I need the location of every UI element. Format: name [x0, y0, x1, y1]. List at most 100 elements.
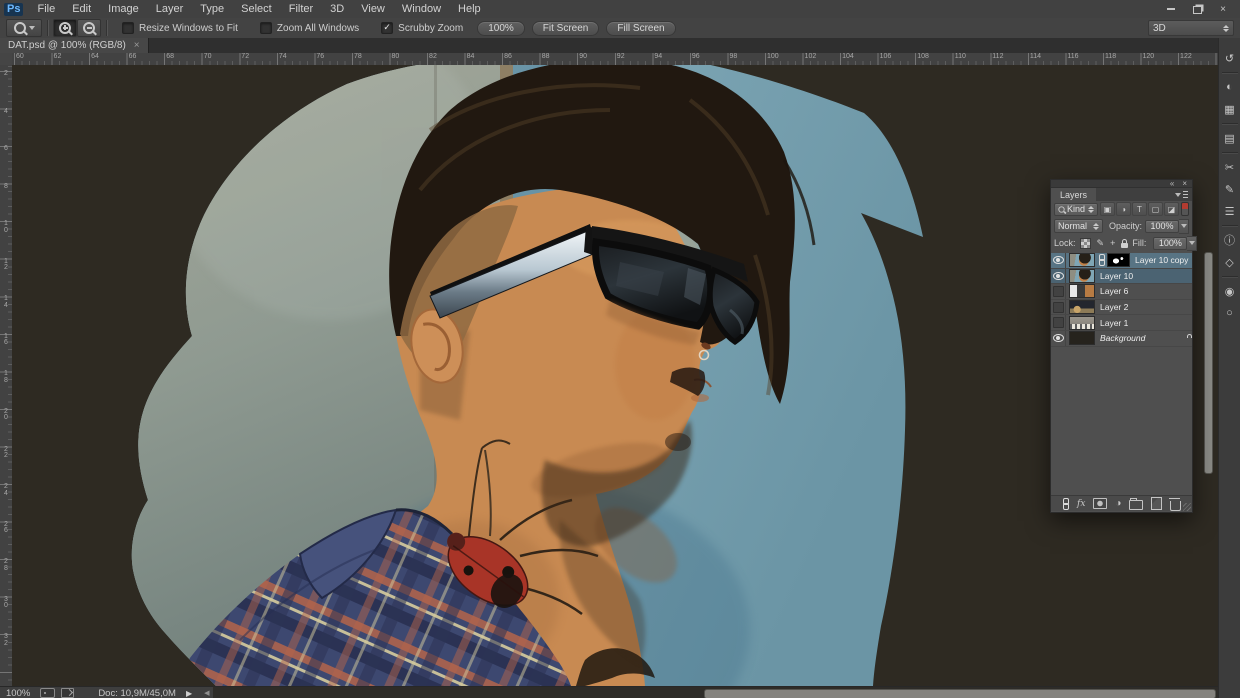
kind-filter-dropdown[interactable]: Kind	[1054, 203, 1098, 216]
checkbox-box[interactable]	[260, 22, 272, 34]
layer-effects-button[interactable]: fx	[1077, 499, 1085, 509]
menu-item-layer[interactable]: Layer	[156, 3, 184, 15]
menu-item-view[interactable]: View	[361, 3, 385, 15]
3d-panel-icon[interactable]: ◇	[1221, 254, 1239, 270]
horizontal-scrollbar-thumb[interactable]	[704, 689, 1216, 698]
layers-tab[interactable]: Layers	[1051, 188, 1096, 201]
canvas-area[interactable]	[12, 65, 1218, 686]
zoom-out-button[interactable]	[77, 19, 101, 37]
zoom-level-field[interactable]: 100%	[6, 688, 30, 698]
workspace-switcher[interactable]: 3D	[1148, 20, 1234, 36]
layer-row-layer-10-copy[interactable]: Layer 10 copy	[1051, 253, 1192, 269]
collapse-panel-icon[interactable]: «	[1170, 180, 1174, 187]
tool-presets-panel-icon[interactable]: ✂	[1221, 159, 1239, 175]
minimize-button[interactable]	[1158, 2, 1184, 16]
zoom-in-button[interactable]	[53, 19, 77, 37]
close-panel-icon[interactable]: ×	[1182, 180, 1187, 187]
menu-item-image[interactable]: Image	[108, 3, 139, 15]
info-panel-icon[interactable]: ⓘ	[1221, 232, 1239, 248]
checkbox-scrubby-zoom[interactable]: ✓Scrubby Zoom	[381, 22, 463, 34]
ruler-label: 116	[1065, 53, 1078, 60]
checkbox-box[interactable]: ✓	[381, 22, 393, 34]
brush-panel-icon[interactable]: ✎	[1221, 181, 1239, 197]
visibility-toggle[interactable]	[1051, 300, 1066, 315]
filter-shape-layers[interactable]: ▢	[1148, 202, 1163, 216]
new-group-button[interactable]	[1129, 497, 1143, 510]
menu-item-3d[interactable]: 3D	[330, 3, 344, 15]
menu-item-window[interactable]: Window	[402, 3, 441, 15]
panel-menu-icon[interactable]	[1175, 191, 1188, 199]
menu-item-type[interactable]: Type	[200, 3, 224, 15]
color-panel-icon[interactable]: ◐	[1221, 79, 1239, 95]
layer-row-layer-1[interactable]: Layer 1	[1051, 315, 1192, 331]
close-button[interactable]: ×	[1210, 2, 1236, 16]
visibility-toggle[interactable]	[1051, 253, 1066, 268]
tab-close-icon[interactable]: ×	[134, 40, 140, 51]
swatches-panel-icon[interactable]: ▦	[1221, 101, 1239, 117]
clone-source-panel-icon[interactable]: ↺	[1221, 50, 1239, 66]
layer-row-background[interactable]: Background	[1051, 331, 1192, 347]
menu-item-edit[interactable]: Edit	[72, 3, 91, 15]
checkbox-resize-windows-to-fit[interactable]: Resize Windows to Fit	[122, 22, 238, 34]
menu-item-file[interactable]: File	[37, 3, 55, 15]
ruler-label: 120	[1141, 53, 1155, 60]
restore-button[interactable]	[1184, 2, 1210, 16]
100-button[interactable]: 100%	[477, 21, 525, 36]
fit-screen-button[interactable]: Fit Screen	[532, 21, 600, 36]
divider	[1222, 123, 1238, 124]
menu-item-select[interactable]: Select	[241, 3, 272, 15]
layer-thumbnail[interactable]	[1069, 316, 1095, 330]
filter-adjustment-layers[interactable]: ◑	[1116, 202, 1131, 216]
visibility-toggle[interactable]	[1051, 331, 1066, 346]
new-adjustment-layer-button[interactable]: ◑	[1115, 498, 1121, 509]
zoom-tool-icon[interactable]	[6, 19, 42, 37]
layer-comps-panel-icon[interactable]: ☰	[1221, 203, 1239, 219]
filter-type-layers[interactable]: T	[1132, 202, 1147, 216]
opacity-value[interactable]: 100%	[1145, 220, 1179, 233]
visibility-toggle[interactable]	[1051, 269, 1066, 284]
vertical-scrollbar-thumb[interactable]	[1204, 252, 1213, 474]
horizontal-scrollbar-track[interactable]	[213, 687, 1218, 698]
paths-panel-icon[interactable]: ○	[1221, 305, 1239, 321]
filter-smart-objects[interactable]: ◪	[1164, 202, 1179, 216]
layer-thumbnail[interactable]	[1069, 300, 1095, 314]
delete-layer-button[interactable]	[1170, 497, 1181, 511]
status-expand-arrow[interactable]: ▶	[186, 689, 192, 698]
layer-thumbnail[interactable]	[1069, 331, 1095, 345]
fill-dropdown-button[interactable]	[1187, 236, 1197, 251]
link-layers-button[interactable]	[1059, 498, 1069, 510]
layer-thumbnail[interactable]	[1069, 284, 1095, 298]
lock-all-icon[interactable]	[1121, 243, 1128, 248]
layer-row-layer-2[interactable]: Layer 2	[1051, 300, 1192, 316]
menu-item-filter[interactable]: Filter	[289, 3, 313, 15]
lock-position-icon[interactable]: +	[1110, 238, 1115, 248]
canvas-image[interactable]	[12, 65, 1218, 686]
checkbox-box[interactable]	[122, 22, 134, 34]
visibility-toggle[interactable]	[1051, 284, 1066, 299]
layer-thumbnail[interactable]	[1069, 253, 1095, 267]
filter-pixel-layers[interactable]: ▣	[1100, 202, 1115, 216]
character-panel-icon[interactable]: ▤	[1221, 130, 1239, 146]
delete-layer-icon	[1170, 501, 1181, 511]
lock-paint-icon[interactable]: ✎	[1097, 238, 1105, 249]
checkbox-zoom-all-windows[interactable]: Zoom All Windows	[260, 22, 359, 34]
new-layer-button[interactable]	[1151, 497, 1162, 510]
fill-value[interactable]: 100%	[1153, 237, 1187, 250]
fill-screen-button[interactable]: Fill Screen	[606, 21, 675, 36]
blend-mode-dropdown[interactable]: Normal	[1054, 219, 1103, 233]
mask-thumbnail[interactable]	[1107, 253, 1130, 267]
lock-transparency-icon[interactable]	[1080, 238, 1091, 249]
mask-link-icon[interactable]	[1097, 254, 1105, 266]
add-layer-mask-button[interactable]	[1093, 498, 1107, 509]
document-tab[interactable]: DAT.psd @ 100% (RGB/8) ×	[0, 38, 149, 53]
layer-row-layer-10[interactable]: Layer 10	[1051, 269, 1192, 285]
opacity-dropdown-button[interactable]	[1179, 219, 1189, 234]
layer-row-layer-6[interactable]: Layer 6	[1051, 284, 1192, 300]
menu-item-help[interactable]: Help	[458, 3, 481, 15]
layer-thumbnail[interactable]	[1069, 269, 1095, 283]
materials-panel-icon[interactable]: ◉	[1221, 283, 1239, 299]
panel-resize-grip[interactable]	[1183, 503, 1191, 511]
scroll-left-icon[interactable]: ◀	[204, 689, 209, 697]
filter-toggle-switch[interactable]	[1181, 202, 1189, 216]
visibility-toggle[interactable]	[1051, 315, 1066, 330]
